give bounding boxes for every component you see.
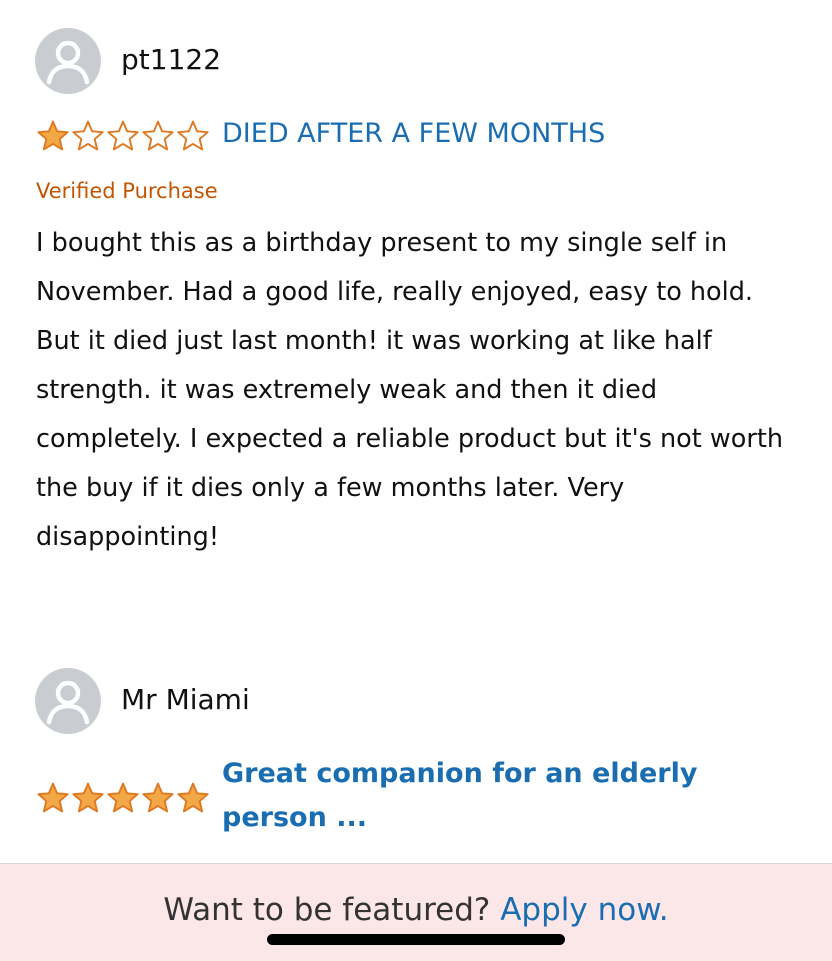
home-indicator[interactable] bbox=[267, 934, 565, 945]
star-filled-icon bbox=[36, 781, 70, 815]
banner-prompt: Want to be featured? bbox=[163, 892, 491, 928]
apply-now-link[interactable]: Apply now. bbox=[500, 892, 668, 928]
featured-banner: Want to be featured? Apply now. bbox=[0, 863, 832, 961]
review-title-link[interactable]: Great companion for an elderly person ..… bbox=[222, 752, 702, 840]
user-avatar-icon[interactable] bbox=[35, 668, 101, 734]
review-2: Mr Miami Great companion for an elderly … bbox=[0, 0, 832, 860]
star-filled-icon bbox=[71, 781, 105, 815]
star-filled-icon bbox=[176, 781, 210, 815]
star-filled-icon bbox=[106, 781, 140, 815]
banner-text: Want to be featured? Apply now. bbox=[0, 892, 832, 928]
star-filled-icon bbox=[141, 781, 175, 815]
reviewer-name[interactable]: Mr Miami bbox=[121, 683, 250, 717]
star-rating bbox=[36, 781, 210, 815]
